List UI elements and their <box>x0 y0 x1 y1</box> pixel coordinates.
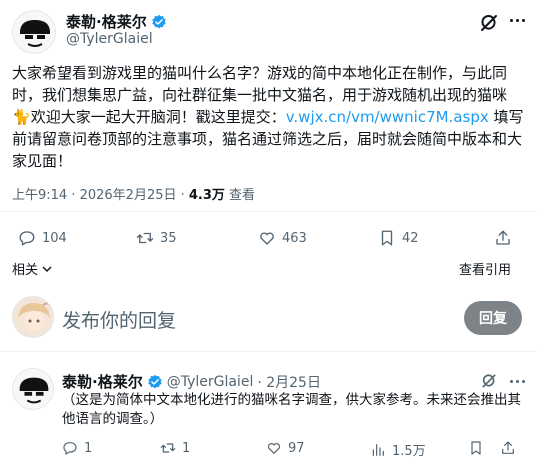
reply-views-count: 1.5万 <box>392 444 426 459</box>
reply-icon <box>19 231 35 246</box>
reply-count: 104 <box>42 230 67 246</box>
chevron-down-icon <box>42 265 52 272</box>
share-icon <box>502 441 514 454</box>
reply-header: 泰勒·格莱尔 @TylerGlaiel · 2月25日 <box>62 371 321 392</box>
divider <box>0 211 538 212</box>
reply-author-name[interactable]: 泰勒·格莱尔 <box>62 371 143 392</box>
bookmark-icon <box>471 441 481 455</box>
user-avatar[interactable] <box>12 296 54 338</box>
retweet-count: 35 <box>160 230 177 246</box>
reply-views-button[interactable]: 1.5万 <box>370 440 426 459</box>
reply-bookmark-button[interactable] <box>468 440 484 456</box>
verified-icon <box>152 14 166 29</box>
more-icon[interactable] <box>510 19 525 22</box>
grok-icon[interactable] <box>478 12 500 34</box>
reply-author-avatar[interactable] <box>12 368 54 410</box>
reply-text: （这是为简体中文本地化进行的猫咪名字调查，供大家参考。未来还会推出其他语言的调查… <box>62 392 521 427</box>
tweet-text-part1: 大家希望看到游戏里的猫叫什么名字？游戏的简中本地化正在制作，与此同时，我们想集思… <box>12 64 508 104</box>
views-icon <box>372 443 384 456</box>
author-name-row: 泰勒·格莱尔 <box>66 11 167 32</box>
tweet-meta: 上午9:14 · 2026年2月25日 · 4.3万 查看 <box>12 184 255 203</box>
reply-share-button[interactable] <box>500 440 516 456</box>
retweet-icon <box>136 232 154 244</box>
reply-more-icon[interactable] <box>510 380 525 383</box>
tweet-text-part2: 欢迎大家一起大开脑洞！戳这里提交： <box>30 108 286 126</box>
tweet-text: 大家希望看到游戏里的猫叫什么名字？游戏的简中本地化正在制作，与此同时，我们想集思… <box>12 62 524 172</box>
like-icon <box>267 443 281 454</box>
share-button[interactable] <box>494 229 512 247</box>
related-label: 相关 <box>12 263 39 278</box>
reply-retweet-button[interactable]: 1 <box>160 440 190 456</box>
author-avatar[interactable] <box>12 10 56 54</box>
author-name[interactable]: 泰勒·格莱尔 <box>66 11 147 32</box>
like-icon <box>260 232 274 245</box>
like-button[interactable]: 463 <box>258 229 307 247</box>
reply-submit-button[interactable]: 回复 <box>464 301 522 335</box>
bookmark-button[interactable]: 42 <box>378 229 419 247</box>
cat-emoji: 🐈 <box>12 108 31 126</box>
reply-button[interactable]: 104 <box>18 229 67 247</box>
verified-icon <box>148 374 162 389</box>
reply-date[interactable]: · 2月25日 <box>257 372 321 392</box>
reply-reply-button[interactable]: 1 <box>62 440 92 456</box>
reply-input[interactable]: 发布你的回复 <box>62 306 176 333</box>
reply-retweet-count: 1 <box>182 440 191 456</box>
view-quotes-link[interactable]: 查看引用 <box>459 259 511 278</box>
divider <box>0 351 538 352</box>
author-handle[interactable]: @TylerGlaiel <box>66 31 153 47</box>
retweet-button[interactable]: 35 <box>136 229 177 247</box>
like-count: 463 <box>282 230 307 246</box>
reply-grok-icon[interactable] <box>480 372 498 390</box>
views-label: 查看 <box>224 188 256 203</box>
related-dropdown[interactable]: 相关 <box>12 259 52 278</box>
reply-like-button[interactable]: 97 <box>266 440 305 456</box>
retweet-icon <box>160 443 176 453</box>
bookmark-icon <box>381 230 393 246</box>
tweet-time[interactable]: 上午9:14 · 2026年2月25日 · <box>12 188 189 203</box>
reply-icon <box>63 442 77 455</box>
views-count: 4.3万 <box>188 188 225 203</box>
reply-reply-count: 1 <box>84 440 93 456</box>
bookmark-count: 42 <box>402 230 419 246</box>
reply-author-handle[interactable]: @TylerGlaiel <box>167 374 254 390</box>
share-icon <box>496 230 510 245</box>
reply-like-count: 97 <box>288 440 305 456</box>
survey-link[interactable]: v.wjx.cn/vm/wwnic7M.aspx <box>286 108 489 126</box>
